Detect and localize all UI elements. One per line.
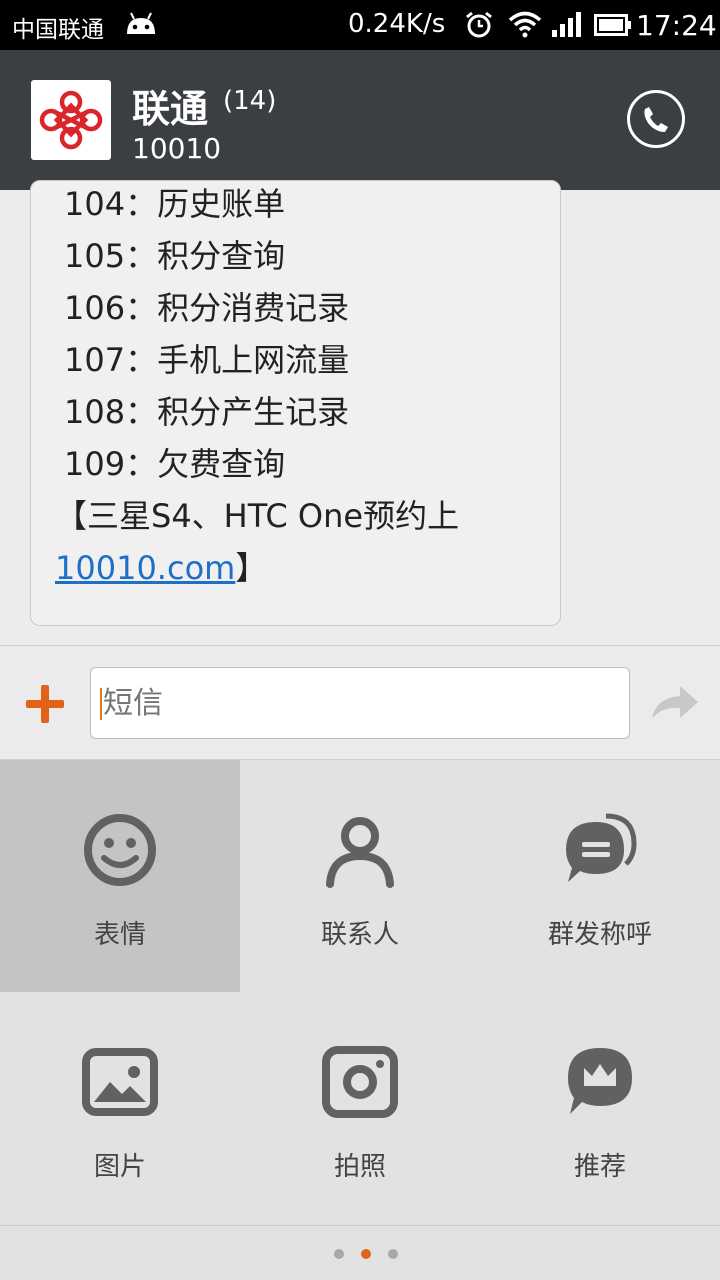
attach-emoji[interactable]: 表情 [0, 760, 240, 992]
message-list[interactable]: 104：历史账单 105：积分查询 106：积分消费记录 107：手机上网流量 … [0, 180, 720, 645]
message-line: 107：手机上网流量 [64, 341, 350, 379]
attach-camera-label: 拍照 [333, 1152, 386, 1182]
attach-image[interactable]: 图片 [0, 992, 240, 1224]
android-notification-icon [127, 12, 155, 34]
phone-icon [644, 107, 668, 132]
sms-input[interactable] [90, 667, 630, 739]
page-indicator[interactable] [334, 1244, 410, 1263]
page-dot-active[interactable] [361, 1249, 372, 1259]
attach-recommend[interactable]: 推荐 [480, 992, 720, 1224]
china-unicom-logo-icon [39, 90, 103, 150]
carrier-label: 中国联通 [12, 17, 104, 43]
message-link-line: 10010.com】 [55, 543, 267, 589]
message-line: 【三星S4、HTC One预约上 [55, 497, 460, 535]
network-speed: 0.24K/s [348, 9, 446, 39]
compose-bar [0, 645, 720, 760]
camera-icon [322, 1046, 398, 1118]
conversation-header: 联通 (14) 10010 [0, 50, 720, 190]
message-link[interactable]: 10010.com [55, 549, 235, 587]
page-dot[interactable] [334, 1249, 344, 1259]
send-button[interactable] [650, 682, 700, 722]
message-count: (14) [223, 86, 277, 116]
attach-recommend-label: 推荐 [573, 1152, 626, 1182]
page-dot[interactable] [388, 1249, 399, 1259]
attach-group-greeting-label: 群发称呼 [547, 920, 652, 950]
contact-name: 联通 [132, 87, 209, 131]
attach-contact[interactable]: 联系人 [240, 760, 480, 992]
crown-bubble-icon [568, 1048, 632, 1114]
status-bar: 中国联通 0.24K/s 17:24 [0, 0, 720, 50]
attach-group-greeting[interactable]: 群发称呼 [480, 760, 720, 992]
clock: 17:24 [636, 9, 717, 42]
smiley-icon [84, 814, 156, 886]
panel-divider [0, 1225, 720, 1226]
chat-bubbles-icon [566, 813, 637, 882]
attach-camera[interactable]: 拍照 [240, 992, 480, 1224]
message-line: 105：积分查询 [64, 237, 286, 275]
message-bubble[interactable]: 104：历史账单 105：积分查询 106：积分消费记录 107：手机上网流量 … [30, 180, 561, 626]
attach-contact-label: 联系人 [320, 920, 399, 950]
contact-number: 10010 [132, 132, 222, 165]
wifi-icon [508, 11, 542, 38]
add-attachment-button[interactable] [24, 683, 66, 725]
signal-icon [552, 12, 581, 37]
message-line: 108：积分产生记录 [64, 393, 350, 431]
message-line: 104：历史账单 [64, 185, 286, 223]
person-icon [326, 817, 394, 888]
message-line: 109：欠费查询 [64, 445, 286, 483]
attach-image-label: 图片 [93, 1152, 146, 1182]
message-link-suffix: 】 [235, 549, 268, 587]
contact-avatar[interactable] [31, 80, 111, 160]
image-icon [82, 1048, 158, 1116]
call-button[interactable] [627, 90, 685, 148]
text-caret [100, 688, 102, 720]
attach-emoji-label: 表情 [93, 920, 146, 950]
battery-icon [594, 14, 631, 36]
message-line: 106：积分消费记录 [64, 289, 350, 327]
attachment-panel: 表情 联系人 群发称呼 图片 拍照 推荐 [0, 760, 720, 1280]
alarm-icon [466, 11, 492, 38]
